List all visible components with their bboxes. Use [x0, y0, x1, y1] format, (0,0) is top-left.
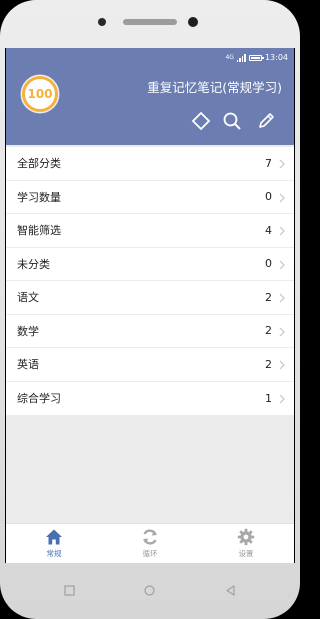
tab-label: 常规	[46, 549, 62, 558]
edit-icon[interactable]	[256, 111, 276, 131]
tab-cycle[interactable]: 循环	[102, 524, 198, 563]
earpiece	[123, 19, 177, 25]
category-count: 1	[265, 391, 272, 405]
category-label: 全部分类	[17, 157, 61, 171]
system-nav-bar	[0, 579, 300, 603]
status-time: 13:04	[264, 53, 288, 62]
category-row[interactable]: 未分类 0	[6, 248, 294, 281]
category-row[interactable]: 语文 2	[6, 281, 294, 315]
phone-frame: 4G 13:04 100 重复记忆笔记(常规学习) 全部分类 7 学习数量 0 …	[0, 0, 300, 619]
category-label: 综合学习	[17, 392, 61, 406]
tab-settings[interactable]: 设置	[198, 524, 294, 563]
category-count: 2	[265, 357, 272, 371]
signal-icon	[236, 54, 246, 62]
category-count: 7	[265, 156, 272, 170]
category-count: 0	[265, 190, 272, 204]
category-row[interactable]: 综合学习 1	[6, 382, 294, 416]
category-label: 数学	[17, 324, 39, 338]
category-label: 语文	[17, 291, 39, 305]
category-label: 学习数量	[17, 190, 61, 204]
chevron-right-icon	[279, 226, 285, 236]
home-icon	[46, 529, 62, 545]
tag-icon[interactable]	[191, 111, 211, 131]
progress-value: 100	[27, 87, 53, 101]
category-label: 未分类	[17, 257, 50, 271]
category-row[interactable]: 英语 2	[6, 348, 294, 382]
category-count: 2	[265, 290, 272, 304]
chevron-right-icon	[279, 360, 285, 370]
category-label: 智能筛选	[17, 224, 61, 238]
category-list: 全部分类 7 学习数量 0 智能筛选 4 未分类 0 语文 2 数学 2 英语 …	[6, 147, 294, 415]
chevron-right-icon	[279, 260, 285, 269]
battery-icon	[248, 55, 264, 61]
category-row[interactable]: 数学 2	[6, 315, 294, 348]
tab-regular[interactable]: 常规	[6, 524, 102, 563]
chevron-right-icon	[279, 394, 285, 403]
bottom-tab-bar: 常规 循环 设置	[6, 523, 294, 563]
recent-apps-icon[interactable]	[64, 585, 75, 596]
proximity-sensor	[98, 18, 106, 26]
app-screen: 4G 13:04 100 重复记忆笔记(常规学习) 全部分类 7 学习数量 0 …	[6, 48, 294, 563]
home-button-icon[interactable]	[144, 585, 155, 596]
tab-label: 循环	[142, 549, 158, 558]
search-icon[interactable]	[222, 111, 242, 131]
chevron-right-icon	[279, 293, 285, 303]
front-camera	[188, 17, 198, 27]
network-type: 4G	[225, 54, 234, 61]
screen: 4G 13:04 100 重复记忆笔记(常规学习) 全部分类 7 学习数量 0 …	[5, 48, 295, 563]
category-count: 0	[265, 257, 272, 271]
category-count: 2	[265, 324, 272, 338]
tab-label: 设置	[238, 549, 254, 558]
chevron-right-icon	[279, 159, 285, 169]
back-icon[interactable]	[225, 585, 236, 596]
category-row[interactable]: 全部分类 7	[6, 147, 294, 181]
category-row[interactable]: 智能筛选 4	[6, 214, 294, 248]
page-title: 重复记忆笔记(常规学习)	[147, 80, 282, 95]
category-count: 4	[265, 223, 272, 237]
status-bar: 4G 13:04	[225, 52, 288, 64]
cycle-icon	[143, 529, 157, 545]
progress-ring[interactable]: 100	[19, 73, 61, 115]
chevron-right-icon	[279, 193, 285, 202]
gear-icon	[237, 528, 255, 546]
app-header: 4G 13:04 100 重复记忆笔记(常规学习)	[6, 48, 294, 145]
category-label: 英语	[17, 358, 39, 372]
category-row[interactable]: 学习数量 0	[6, 181, 294, 214]
chevron-right-icon	[279, 327, 285, 336]
